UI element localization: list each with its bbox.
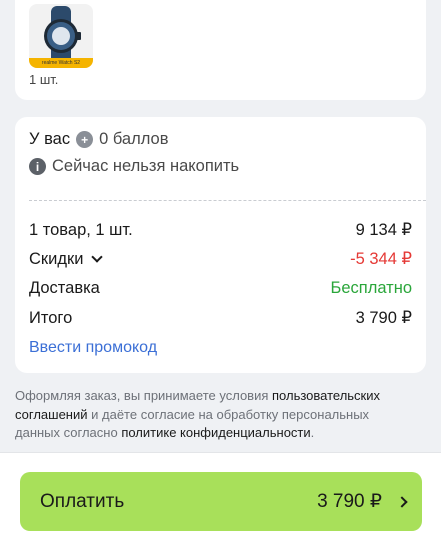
points-notice: Сейчас нельзя накопить (52, 157, 240, 175)
items-label: 1 товар, 1 шт. (29, 220, 133, 239)
chevron-down-icon[interactable] (91, 250, 104, 263)
points-balance: 0 баллов (99, 130, 169, 148)
items-row: 1 товар, 1 шт. 9 134 ₽ (29, 220, 412, 240)
pay-button[interactable]: Оплатить 3 790 ₽ (20, 472, 422, 531)
privacy-policy-link[interactable]: политике конфиденциальности (121, 425, 310, 440)
delivery-label: Доставка (29, 279, 100, 297)
points-prefix: У вас (29, 130, 71, 148)
points-row: У вас + 0 баллов (29, 130, 412, 149)
chevron-right-icon (396, 495, 408, 508)
discount-label[interactable]: Скидки (29, 250, 83, 269)
product-thumbnail[interactable]: realme Watch S2 (29, 4, 93, 68)
legal-text-3: . (310, 425, 315, 440)
info-icon: i (29, 158, 46, 175)
product-card: realme Watch S2 1 шт. (15, 0, 426, 100)
pay-button-label: Оплатить (40, 490, 125, 512)
total-row: Итого 3 790 ₽ (29, 308, 412, 328)
items-value: 9 134 ₽ (355, 221, 412, 239)
legal-notice: Оформляя заказ, вы принимаете условия по… (15, 387, 415, 443)
product-quantity: 1 шт. (29, 72, 59, 87)
legal-text-1: Оформляя заказ, вы принимаете условия (15, 388, 272, 403)
promo-row[interactable]: Ввести промокод (29, 339, 412, 357)
promo-code-link[interactable]: Ввести промокод (29, 339, 157, 357)
discount-value: -5 344 ₽ (350, 250, 412, 268)
dashed-divider (29, 200, 426, 201)
delivery-row: Доставка Бесплатно (29, 279, 412, 298)
thumb-caption: realme Watch S2 (29, 58, 93, 68)
points-plus-icon: + (76, 131, 94, 148)
total-value: 3 790 ₽ (355, 309, 412, 327)
discount-row[interactable]: Скидки -5 344 ₽ (29, 249, 412, 269)
points-notice-row: i Сейчас нельзя накопить (29, 157, 412, 176)
total-label: Итого (29, 308, 73, 327)
order-summary-card: У вас + 0 баллов i Сейчас нельзя накопит… (15, 117, 426, 373)
pay-button-amount: 3 790 ₽ (317, 491, 382, 512)
delivery-value: Бесплатно (330, 279, 412, 297)
bottom-pay-bar: Оплатить 3 790 ₽ (0, 452, 441, 545)
